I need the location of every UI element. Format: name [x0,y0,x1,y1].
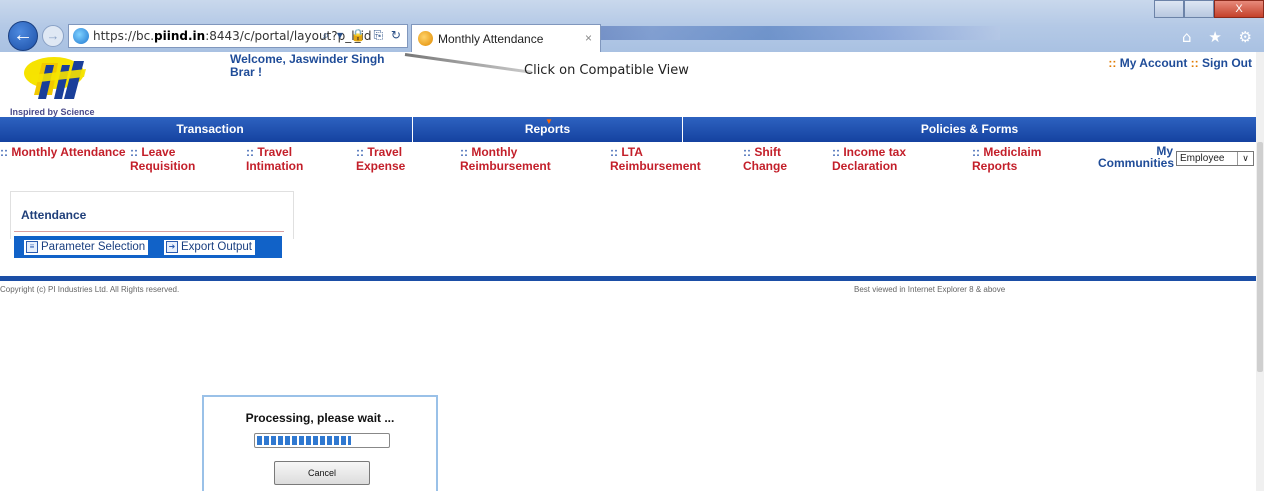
submenu-leave-requisition[interactable]: :: Leave Requisition [130,145,225,173]
submenu-bullet: :: [0,145,8,159]
community-select[interactable]: Employee ∨ [1176,151,1254,166]
processing-dialog: Processing, please wait ... Cancel [202,395,438,491]
footer-bar [0,276,1256,281]
main-navbar: Transaction Reports Policies & Forms [0,117,1264,142]
scrollbar-thumb[interactable] [1257,142,1263,372]
minimize-button[interactable] [1154,0,1184,18]
submenu-bullet: :: [610,145,618,159]
sign-out-link[interactable]: Sign Out [1202,56,1252,70]
parameter-selection-button[interactable]: ≡ Parameter Selection [24,240,149,255]
submenu-label: Mediclaim Reports [972,145,1042,173]
annotation-pointer-line [404,53,532,74]
submenu-lta-reimbursement[interactable]: :: LTA Reimbursement [610,145,725,173]
tab-title: Monthly Attendance [438,32,544,46]
progress-fill [257,436,351,445]
export-output-button[interactable]: ➜ Export Output [164,240,255,255]
account-separator: :: [1108,56,1117,70]
submenu-income-tax-declaration[interactable]: :: Income tax Declaration [832,145,932,173]
pi-logo [24,57,86,99]
attendance-title: Attendance [21,208,87,222]
back-arrow-icon: ← [13,24,33,46]
parameter-icon: ≡ [26,241,38,253]
submenu-bullet: :: [832,145,840,159]
forward-arrow-icon: → [46,28,60,43]
window-controls: X [1154,0,1264,18]
report-toolbar: ≡ Parameter Selection ➜ Export Output [14,236,282,258]
vertical-scrollbar[interactable] [1256,52,1264,491]
welcome-message: Welcome, Jaswinder Singh Brar ! [230,52,385,79]
account-links: :: My Account :: Sign Out [1108,56,1252,70]
processing-message: Processing, please wait ... [245,411,395,425]
tab-close-icon[interactable]: × [585,31,592,45]
forward-button[interactable]: → [42,25,64,47]
submenu-bullet: :: [972,145,980,159]
back-button[interactable]: ← [8,21,38,51]
submenu-bullet: :: [130,145,138,159]
submenu-label: Income tax Declaration [832,145,907,173]
nav-tab-policies-forms[interactable]: Policies & Forms [682,117,1256,142]
cancel-button[interactable]: Cancel [274,461,370,485]
submenu-bullet: :: [460,145,468,159]
community-select-value: Employee [1180,153,1225,164]
submenu-travel-intimation[interactable]: :: Travel Intimation [246,145,336,173]
home-favorites-settings-icons[interactable]: ⌂ ★ ⚙ [1182,28,1258,46]
submenu-bullet: :: [356,145,364,159]
account-separator: :: [1190,56,1199,70]
submenu-shift-change[interactable]: :: Shift Change [743,145,813,173]
submenu-bullet: :: [246,145,254,159]
submenu-label: Monthly Reimbursement [460,145,551,173]
address-actions-icons[interactable]: ⌕ ▾ 🔒 ⎘ ↻ [322,28,403,43]
submenu-label: Leave Requisition [130,145,196,173]
submenu-label: Travel Intimation [246,145,304,173]
submenu-monthly-attendance[interactable]: :: Monthly Attendance [0,145,126,159]
annotation-text: Click on Compatible View [524,63,689,78]
submenu-monthly-reimbursement[interactable]: :: Monthly Reimbursement [460,145,580,173]
submenu-mediclaim-reports[interactable]: :: Mediclaim Reports [972,145,1072,173]
parameter-selection-label: Parameter Selection [41,241,146,253]
browser-toolbar: X ← → https://bc.piind.in:8443/c/portal/… [0,0,1264,52]
company-tagline: Inspired by Science [10,107,95,117]
close-window-button[interactable]: X [1214,0,1264,18]
maximize-button[interactable] [1184,0,1214,18]
ie-favicon-icon [73,28,89,44]
tab-monthly-attendance[interactable]: Monthly Attendance × [411,24,601,52]
attendance-divider [14,231,284,232]
address-bar[interactable]: https://bc.piind.in:8443/c/portal/layout… [68,24,408,48]
active-tab-marker-icon: ▼ [545,117,553,126]
browser-window: X ← → https://bc.piind.in:8443/c/portal/… [0,0,1264,491]
copyright-text: Copyright (c) PI Industries Ltd. All Rig… [0,285,180,294]
export-icon: ➜ [166,241,178,253]
submenu-travel-expense[interactable]: :: Travel Expense [356,145,426,173]
export-output-label: Export Output [181,241,252,253]
submenu-bullet: :: [743,145,751,159]
my-account-link[interactable]: My Account [1120,56,1188,70]
my-communities-label: My Communities [1098,144,1175,170]
submenu-label: LTA Reimbursement [610,145,701,173]
nav-tab-transaction[interactable]: Transaction [8,117,412,142]
submenu-label: Monthly Attendance [11,145,126,159]
chevron-down-icon[interactable]: ∨ [1237,152,1253,165]
tab-favicon-icon [418,31,433,46]
best-viewed-text: Best viewed in Internet Explorer 8 & abo… [854,285,1006,294]
submenu-label: Travel Expense [356,145,406,173]
progress-bar [254,433,390,448]
